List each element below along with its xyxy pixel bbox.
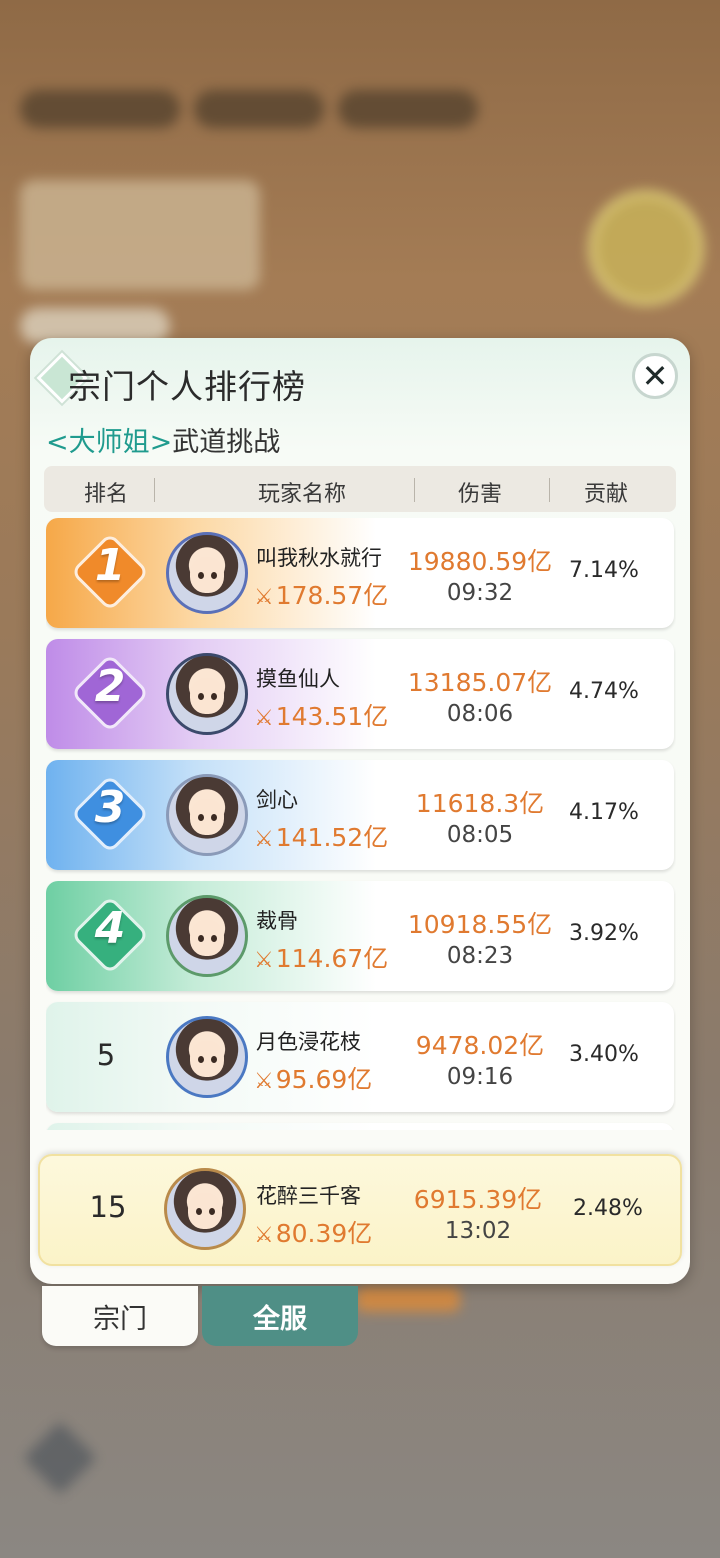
player-power: ⚔114.67亿	[254, 944, 389, 973]
rank-number: 2	[94, 661, 126, 712]
table-header: 排名 玩家名称 伤害 贡献	[44, 466, 676, 512]
close-icon: ✕	[641, 357, 669, 395]
contribution-value: 3.92%	[569, 921, 639, 946]
avatar[interactable]	[166, 532, 248, 614]
self-damage-value: 6915.39亿	[413, 1185, 543, 1214]
header-divider	[154, 478, 155, 502]
header-divider	[549, 478, 550, 502]
player-name: 月色浸花枝	[256, 1030, 361, 1054]
self-avatar[interactable]	[164, 1168, 246, 1250]
tab-all-server[interactable]: 全服	[202, 1286, 358, 1346]
self-rank-row[interactable]: 15 花醉三千客 ⚔80.39亿 6915.39亿 13:02 2.48%	[38, 1154, 682, 1266]
table-row-partial[interactable]	[46, 1123, 674, 1130]
player-name: 剑心	[256, 788, 298, 812]
table-row[interactable]: 1 叫我秋水就行 ⚔178.57亿 19880.59亿 09:32 7.14%	[46, 518, 674, 628]
rank-number: 1	[94, 540, 126, 591]
avatar[interactable]	[166, 774, 248, 856]
table-row[interactable]: 2 摸鱼仙人 ⚔143.51亿 13185.07亿 08:06 4.74%	[46, 639, 674, 749]
challenge-time: 09:32	[446, 580, 514, 606]
self-rank-number: 15	[89, 1190, 127, 1224]
challenge-mode: 武道挑战	[172, 427, 281, 458]
background-button	[356, 1286, 460, 1312]
crossed-swords-icon: ⚔	[254, 1069, 274, 1094]
boss-name: <大师姐>	[46, 427, 173, 458]
contribution-value: 4.74%	[569, 679, 639, 704]
player-name: 摸鱼仙人	[256, 667, 340, 691]
header-contribution: 贡献	[583, 482, 629, 507]
modal-title: 宗门个人排行榜	[68, 367, 306, 406]
damage-value: 13185.07亿	[407, 668, 553, 697]
contribution-value: 4.17%	[569, 800, 639, 825]
player-power: ⚔143.51亿	[254, 702, 389, 731]
damage-value: 11618.3亿	[415, 789, 545, 818]
self-contribution-value: 2.48%	[573, 1196, 643, 1221]
damage-value: 19880.59亿	[407, 547, 553, 576]
self-player-power: ⚔80.39亿	[254, 1219, 373, 1248]
modal-subtitle: <大师姐>武道挑战	[46, 420, 280, 459]
rank-number: 3	[94, 782, 126, 833]
self-challenge-time: 13:02	[444, 1218, 512, 1244]
contribution-value: 7.14%	[569, 558, 639, 583]
avatar[interactable]	[166, 895, 248, 977]
rank-number: 5	[96, 1038, 116, 1072]
self-player-name: 花醉三千客	[256, 1184, 361, 1208]
challenge-time: 08:06	[446, 701, 514, 727]
challenge-time: 09:16	[446, 1064, 514, 1090]
player-name: 叫我秋水就行	[256, 546, 382, 570]
damage-value: 9478.02亿	[415, 1031, 545, 1060]
ranking-modal: 宗门个人排行榜 ✕ <大师姐>武道挑战 排名 玩家名称 伤害 贡献 1 叫我秋水…	[30, 338, 690, 1284]
tab-sect[interactable]: 宗门	[42, 1286, 198, 1346]
player-power: ⚔95.69亿	[254, 1065, 373, 1094]
close-button[interactable]: ✕	[632, 353, 678, 399]
crossed-swords-icon: ⚔	[254, 1223, 274, 1248]
ranking-list[interactable]: 1 叫我秋水就行 ⚔178.57亿 19880.59亿 09:32 7.14% …	[46, 518, 676, 1130]
player-power: ⚔178.57亿	[254, 581, 389, 610]
table-row[interactable]: 4 裁骨 ⚔114.67亿 10918.55亿 08:23 3.92%	[46, 881, 674, 991]
table-row[interactable]: 3 剑心 ⚔141.52亿 11618.3亿 08:05 4.17%	[46, 760, 674, 870]
crossed-swords-icon: ⚔	[254, 827, 274, 852]
background-panel	[20, 180, 260, 290]
header-player-name: 玩家名称	[257, 482, 347, 507]
crossed-swords-icon: ⚔	[254, 706, 274, 731]
table-row[interactable]: 5 月色浸花枝 ⚔95.69亿 9478.02亿 09:16 3.40%	[46, 1002, 674, 1112]
avatar[interactable]	[166, 1016, 248, 1098]
crossed-swords-icon: ⚔	[254, 585, 274, 610]
player-power: ⚔141.52亿	[254, 823, 389, 852]
header-damage: 伤害	[457, 482, 503, 507]
challenge-time: 08:23	[446, 943, 514, 969]
background-badge	[588, 190, 704, 306]
rank-number: 4	[94, 903, 126, 954]
header-divider	[414, 478, 415, 502]
player-name: 裁骨	[256, 909, 298, 933]
damage-value: 10918.55亿	[407, 910, 553, 939]
background-resource-bar	[20, 90, 500, 134]
avatar[interactable]	[166, 653, 248, 735]
challenge-time: 08:05	[446, 822, 514, 848]
header-rank: 排名	[83, 482, 129, 507]
background-diamond-icon	[23, 1421, 97, 1495]
crossed-swords-icon: ⚔	[254, 948, 274, 973]
contribution-value: 3.40%	[569, 1042, 639, 1067]
